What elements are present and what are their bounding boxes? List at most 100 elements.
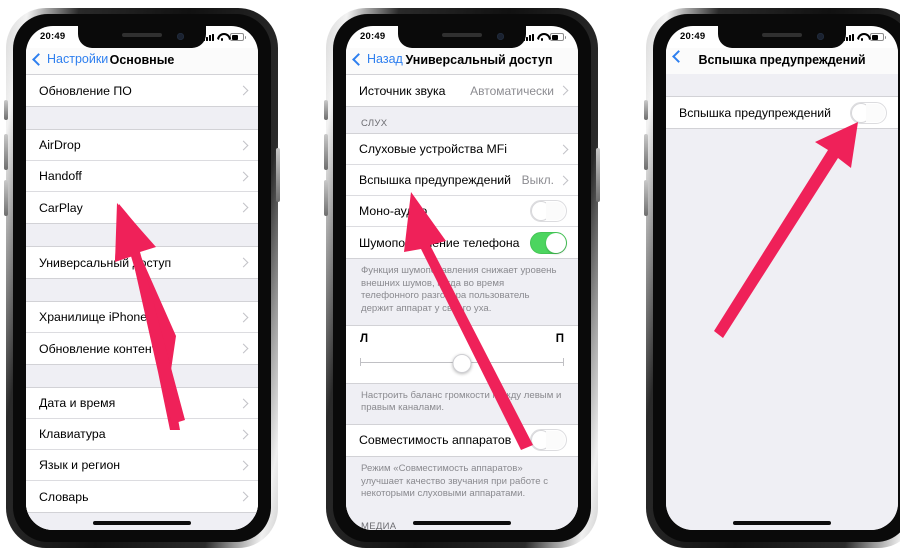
list-item-mfi-devices[interactable]: Слуховые устройства MFi (346, 134, 578, 165)
group-hearing: Слуховые устройства MFi Вспышка предупре… (346, 133, 578, 259)
status-time: 20:49 (40, 31, 66, 42)
battery-icon (550, 33, 566, 41)
slider-knob[interactable] (452, 353, 472, 373)
wifi-icon (217, 33, 227, 42)
list-item-hearing-aid-compat[interactable]: Совместимость аппаратов (346, 424, 578, 456)
phone-3-nav-bar: Вспышка предупреждений (666, 48, 898, 74)
slider-tick-right (562, 357, 564, 366)
phone-1-bezel: 20:49 Настройки Основные Обновление ПО A… (13, 14, 271, 542)
list-item-noise-cancel[interactable]: Шумоподавление телефона (346, 227, 578, 258)
list-item[interactable]: CarPlay (26, 192, 258, 223)
front-camera-icon (817, 33, 824, 40)
section-gap (666, 74, 898, 96)
phone-1-list[interactable]: Обновление ПО AirDrop Handoff CarPlay Ун… (26, 74, 258, 530)
slider-tick-left (360, 357, 362, 366)
row-label: Шумоподавление телефона (359, 235, 520, 250)
list-item[interactable]: AirDrop (26, 130, 258, 161)
list-item[interactable]: Обновление контента (26, 333, 258, 364)
section-gap (26, 107, 258, 129)
row-label: Моно-аудио (359, 204, 428, 218)
list-item[interactable]: Язык и регион (26, 450, 258, 481)
notch (718, 26, 846, 48)
power-button[interactable] (596, 148, 600, 202)
chevron-right-icon (238, 491, 249, 502)
row-label: Совместимость аппаратов (359, 433, 512, 448)
list-item-universal-access[interactable]: Универсальный доступ (26, 247, 258, 278)
volume-up-button[interactable] (324, 134, 328, 170)
group-storage: Хранилище iPhone Обновление контента (26, 301, 258, 365)
list-item[interactable]: Дата и время (26, 388, 258, 419)
status-indicators (843, 31, 886, 42)
page-title: Основные (109, 53, 175, 67)
phone-2-list[interactable]: Источник звука Автоматически СЛУХ Слухов… (346, 74, 578, 530)
volume-down-button[interactable] (644, 180, 648, 216)
row-value: Выкл. (521, 173, 554, 187)
status-indicators (203, 31, 246, 42)
list-item[interactable]: Обновление ПО (26, 75, 258, 106)
front-camera-icon (177, 33, 184, 40)
chevron-right-icon (238, 398, 249, 408)
phone-2-bezel: 20:49 Назад Универсальный доступ Источни… (333, 14, 591, 542)
home-indicator[interactable] (733, 521, 831, 525)
hearing-aid-compat-toggle[interactable] (530, 429, 567, 452)
battery-icon (870, 33, 886, 41)
notch (78, 26, 206, 48)
list-item[interactable]: Словарь (26, 481, 258, 512)
group-hearing-aid-compat: Совместимость аппаратов (346, 423, 578, 457)
volume-up-button[interactable] (644, 134, 648, 170)
row-label: Слуховые устройства MFi (359, 142, 507, 156)
phone-2-screen: 20:49 Назад Универсальный доступ Источни… (346, 26, 578, 530)
list-item[interactable]: Хранилище iPhone (26, 302, 258, 333)
footnote-noise-cancellation: Функция шумоподавления снижает уровень в… (346, 259, 578, 325)
row-label: Обновление ПО (39, 83, 132, 98)
list-item-audio-source[interactable]: Источник звука Автоматически (346, 75, 578, 106)
home-indicator[interactable] (413, 521, 511, 525)
chevron-right-icon (558, 85, 569, 96)
phone-3-bezel: 20:49 Вспышка предупреждений Вспышка пре… (653, 14, 900, 542)
list-item-alert-flash[interactable]: Вспышка предупреждений (666, 97, 898, 128)
earpiece-speaker-icon (122, 33, 162, 37)
group-accessibility: Универсальный доступ (26, 246, 258, 279)
balance-slider[interactable] (360, 353, 564, 373)
silent-switch[interactable] (4, 100, 8, 120)
wifi-icon (857, 33, 867, 42)
status-indicators (523, 31, 566, 42)
audio-balance-control[interactable]: Л П (346, 324, 578, 384)
page-title: Вспышка предупреждений (698, 53, 866, 67)
notch (398, 26, 526, 48)
silent-switch[interactable] (644, 100, 648, 120)
row-label: Вспышка предупреждений (359, 173, 511, 187)
group-locale: Дата и время Клавиатура Язык и регион Сл… (26, 387, 258, 513)
volume-down-button[interactable] (4, 180, 8, 216)
chevron-right-icon (238, 343, 249, 354)
power-button[interactable] (276, 148, 280, 202)
section-gap (26, 224, 258, 246)
phone-1: 20:49 Настройки Основные Обновление ПО A… (4, 8, 280, 548)
screenshot-stage: 20:49 Настройки Основные Обновление ПО A… (0, 0, 900, 551)
mono-audio-toggle[interactable] (530, 200, 567, 222)
volume-down-button[interactable] (324, 180, 328, 216)
row-label: Язык и регион (39, 458, 121, 472)
home-indicator[interactable] (93, 521, 191, 525)
row-label: AirDrop (39, 138, 81, 152)
earpiece-speaker-icon (442, 33, 482, 37)
silent-switch[interactable] (324, 100, 328, 120)
phone-noise-cancellation-toggle[interactable] (530, 231, 567, 254)
list-item-alert-flash[interactable]: Вспышка предупреждений Выкл. (346, 165, 578, 196)
chevron-right-icon (238, 429, 249, 439)
row-label: Дата и время (39, 396, 116, 410)
list-item[interactable]: Клавиатура (26, 419, 258, 450)
phone-3-list[interactable]: Вспышка предупреждений (666, 74, 898, 530)
alert-flash-toggle[interactable] (850, 101, 887, 124)
chevron-right-icon (238, 202, 249, 213)
group-alert-flash: Вспышка предупреждений (666, 96, 898, 129)
list-item[interactable]: Handoff (26, 161, 258, 192)
row-label: CarPlay (39, 200, 83, 215)
battery-icon (230, 33, 246, 41)
status-time: 20:49 (680, 31, 706, 42)
list-item-mono-audio[interactable]: Моно-аудио (346, 196, 578, 227)
row-label: Вспышка предупреждений (679, 105, 831, 120)
volume-up-button[interactable] (4, 134, 8, 170)
row-label: Универсальный доступ (39, 255, 172, 270)
phone-1-screen: 20:49 Настройки Основные Обновление ПО A… (26, 26, 258, 530)
